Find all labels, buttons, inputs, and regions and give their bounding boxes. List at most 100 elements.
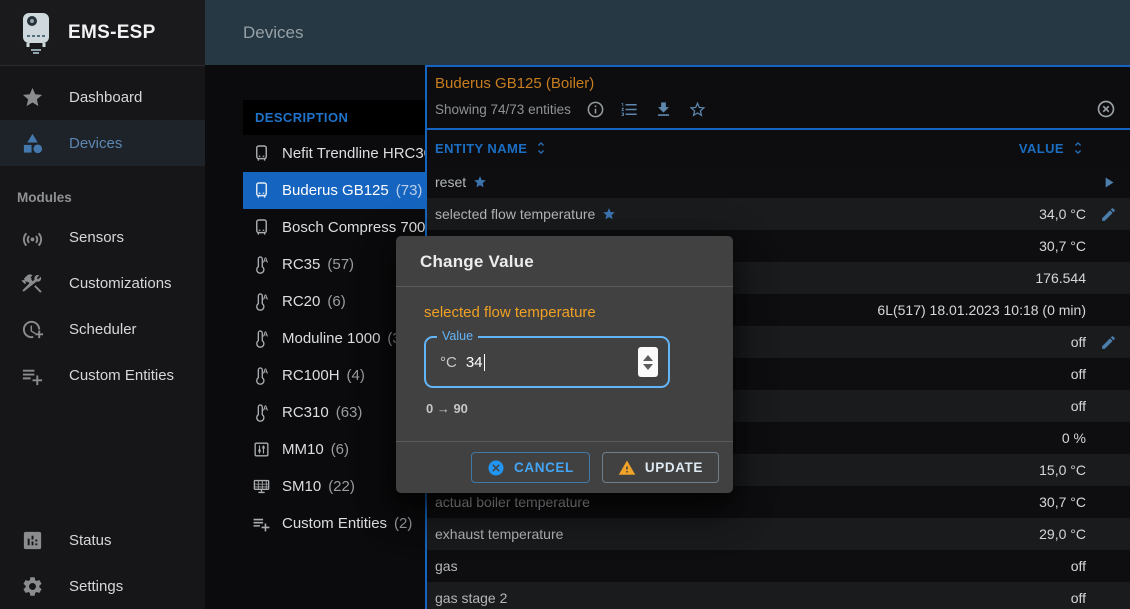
- entity-name: exhaust temperature: [435, 526, 563, 542]
- sidebar-item-label: Custom Entities: [69, 367, 174, 384]
- entity-row[interactable]: selected flow temperature 34,0 °C: [427, 198, 1130, 230]
- device-name: Custom Entities: [282, 515, 387, 532]
- column-entity-name: ENTITY NAME: [435, 141, 527, 156]
- update-button-label: UPDATE: [645, 460, 703, 475]
- sidebar-nav-modules: Sensors Customizations Scheduler Custom …: [0, 214, 205, 398]
- entity-value: off: [1071, 590, 1086, 606]
- entity-row[interactable]: exhaust temperature 29,0 °C: [427, 518, 1130, 550]
- sort-entity-name-icon[interactable]: [533, 140, 549, 156]
- device-name: RC20: [282, 293, 320, 310]
- device-type-icon: A: [252, 403, 271, 422]
- device-name: RC310: [282, 404, 329, 421]
- sidebar-item-icon: [21, 226, 44, 249]
- stepper-down-icon[interactable]: [643, 364, 653, 370]
- device-type-icon: A: [252, 292, 271, 311]
- favorite-star-icon: [473, 175, 487, 189]
- sidebar-item[interactable]: Sensors: [0, 214, 205, 260]
- entity-value: off: [1071, 366, 1086, 382]
- change-value-dialog: Change Value selected flow temperature V…: [396, 236, 733, 493]
- number-stepper[interactable]: [638, 347, 658, 377]
- value-text: 34: [466, 354, 483, 371]
- sidebar-item-label: Customizations: [69, 275, 172, 292]
- sidebar-item-label: Scheduler: [69, 321, 137, 338]
- dialog-footer: CANCEL UPDATE: [396, 441, 733, 493]
- entity-value: off: [1071, 398, 1086, 414]
- value-range-hint: 0 → 90: [426, 401, 705, 416]
- sidebar-item-icon: [21, 364, 44, 387]
- device-type-icon: [252, 514, 271, 533]
- sidebar-item[interactable]: Status: [0, 517, 205, 563]
- entity-action-icon[interactable]: [1086, 174, 1130, 191]
- entity-table-header: ENTITY NAME VALUE: [427, 130, 1130, 166]
- device-name: RC35: [282, 256, 320, 273]
- favorite-star-icon: [602, 207, 616, 221]
- value-input-label: Value: [437, 329, 478, 343]
- download-icon[interactable]: [654, 100, 673, 119]
- list-view-icon[interactable]: [620, 100, 639, 119]
- app-logo-row: EMS-ESP: [0, 0, 205, 66]
- device-type-icon: A: [252, 329, 271, 348]
- dialog-entity-label: selected flow temperature: [424, 304, 705, 321]
- value-input[interactable]: Value °C 34: [424, 336, 670, 388]
- sidebar-nav-main: Dashboard Devices: [0, 74, 205, 166]
- sidebar-item[interactable]: Scheduler: [0, 306, 205, 352]
- entity-value: off: [1071, 334, 1086, 350]
- device-name: MM10: [282, 441, 324, 458]
- svg-text:A: A: [263, 256, 269, 265]
- device-type-icon: [252, 144, 271, 163]
- entity-panel-toolbar: Showing 74/73 entities: [435, 99, 1120, 119]
- entity-value: 29,0 °C: [1039, 526, 1086, 542]
- entity-value: 6L(517) 18.01.2023 10:18 (0 min): [877, 302, 1086, 318]
- entity-row[interactable]: reset: [427, 166, 1130, 198]
- sidebar-item[interactable]: Devices: [0, 120, 205, 166]
- device-type-icon: A: [252, 366, 271, 385]
- app-title: EMS-ESP: [68, 22, 156, 44]
- close-icon[interactable]: [1096, 99, 1116, 119]
- entity-row[interactable]: gas stage 2 off: [427, 582, 1130, 609]
- page-title: Devices: [243, 23, 303, 43]
- entity-value: 34,0 °C: [1039, 206, 1086, 222]
- entity-value: 30,7 °C: [1039, 238, 1086, 254]
- device-name: Bosch Compress 7000i: [282, 219, 437, 236]
- sidebar-item[interactable]: Custom Entities: [0, 352, 205, 398]
- entity-action-icon[interactable]: [1086, 206, 1130, 223]
- entity-panel-title: Buderus GB125 (Boiler): [435, 75, 1120, 92]
- favorites-filter-star-icon[interactable]: [688, 100, 707, 119]
- sidebar-item-label: Sensors: [69, 229, 124, 246]
- entity-name: gas stage 2: [435, 590, 507, 606]
- sidebar-item[interactable]: Dashboard: [0, 74, 205, 120]
- entity-value: 30,7 °C: [1039, 494, 1086, 510]
- device-type-icon: A: [252, 255, 271, 274]
- sidebar-nav-bottom: Status Settings: [0, 517, 205, 609]
- entity-value: off: [1071, 558, 1086, 574]
- entity-name: actual boiler temperature: [435, 494, 590, 510]
- sidebar-item[interactable]: Customizations: [0, 260, 205, 306]
- stepper-up-icon[interactable]: [643, 355, 653, 361]
- device-entity-count: (6): [331, 441, 349, 458]
- update-button[interactable]: UPDATE: [602, 452, 719, 483]
- device-entity-count: (22): [328, 478, 355, 495]
- info-icon[interactable]: [586, 100, 605, 119]
- cancel-circle-icon: [487, 459, 505, 477]
- entity-row[interactable]: gas off: [427, 550, 1130, 582]
- device-list-header: DESCRIPTION: [243, 100, 425, 135]
- cancel-button[interactable]: CANCEL: [471, 452, 590, 483]
- entity-action-icon[interactable]: [1086, 334, 1130, 351]
- warning-icon: [618, 459, 636, 477]
- svg-text:A: A: [263, 404, 269, 413]
- device-entity-count: (63): [336, 404, 363, 421]
- sidebar-item[interactable]: Settings: [0, 563, 205, 609]
- sidebar-item-label: Dashboard: [69, 89, 142, 106]
- modules-section-header: Modules: [17, 190, 72, 205]
- sidebar-item-icon: [21, 132, 44, 155]
- device-name: RC100H: [282, 367, 340, 384]
- device-type-icon: [252, 477, 271, 496]
- device-name: Nefit Trendline HRC30/C: [282, 145, 447, 162]
- entity-name: reset: [435, 174, 466, 190]
- entity-name: selected flow temperature: [435, 206, 595, 222]
- boiler-logo-icon: [18, 11, 54, 55]
- sort-value-icon[interactable]: [1070, 140, 1086, 156]
- dialog-body: selected flow temperature Value °C 34 0 …: [396, 287, 733, 441]
- entity-name: gas: [435, 558, 458, 574]
- device-name: Moduline 1000: [282, 330, 380, 347]
